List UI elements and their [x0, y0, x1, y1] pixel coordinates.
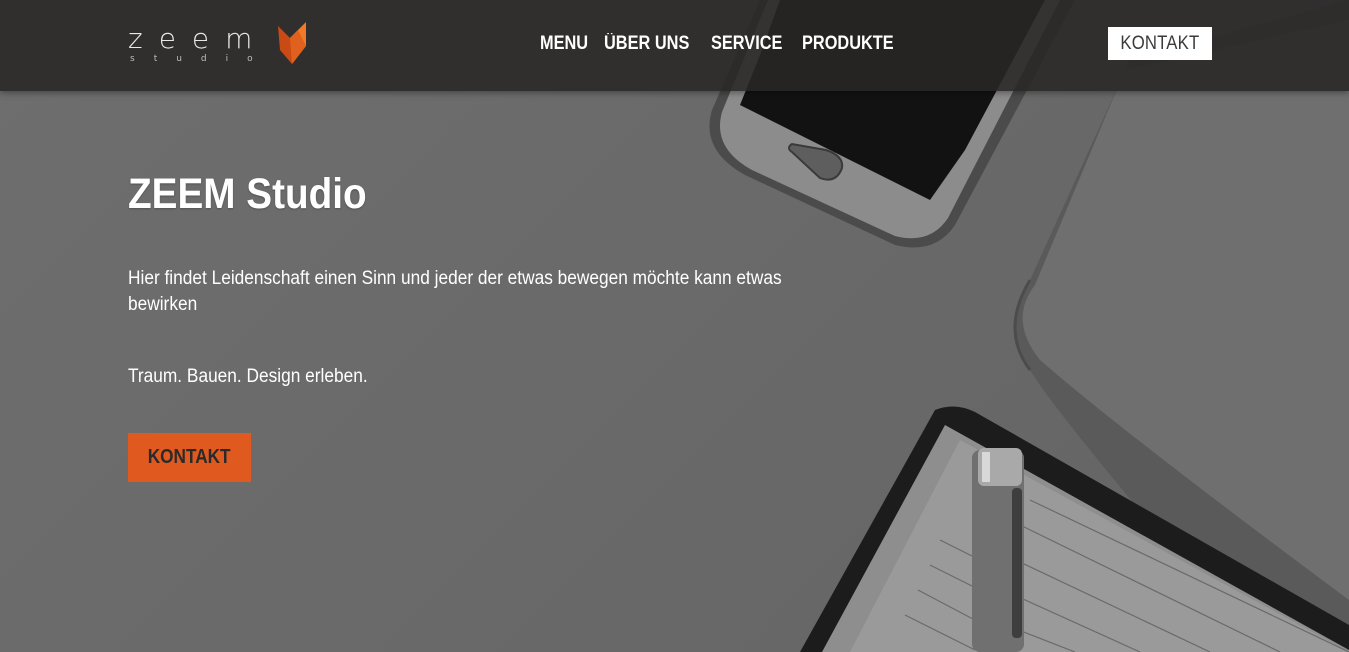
logo-wordmark: zeem [128, 22, 269, 55]
logo-subtitle: studio [130, 54, 272, 64]
fox-head-icon [278, 22, 306, 64]
nav-item-ueber-uns[interactable]: ÜBER UNS [604, 30, 689, 58]
hero-lead-text: Hier findet Leidenschaft einen Sinn und … [128, 268, 782, 315]
nav-item-menu[interactable]: MENU [540, 30, 588, 58]
header-contact-label: KONTAKT [1120, 33, 1200, 54]
hero-tagline: Traum. Bauen. Design erleben. [128, 366, 368, 387]
main-navigation: MENU ÜBER UNS SERVICE PRODUKTE [540, 30, 897, 58]
brand-logo[interactable]: zeem studio [128, 22, 308, 68]
nav-item-produkte[interactable]: PRODUKTE [802, 30, 894, 58]
hero-contact-label: KONTAKT [148, 446, 231, 468]
nav-item-service[interactable]: SERVICE [711, 30, 782, 58]
site-header: zeem studio MENU ÜBER UNS SERVICE PRODUK… [0, 0, 1349, 91]
header-contact-button[interactable]: KONTAKT [1108, 27, 1212, 60]
hero-contact-button[interactable]: KONTAKT [128, 433, 251, 482]
hero-title: ZEEM Studio [128, 170, 367, 218]
hero-content: ZEEM Studio Hier findet Leidenschaft ein… [128, 168, 808, 390]
